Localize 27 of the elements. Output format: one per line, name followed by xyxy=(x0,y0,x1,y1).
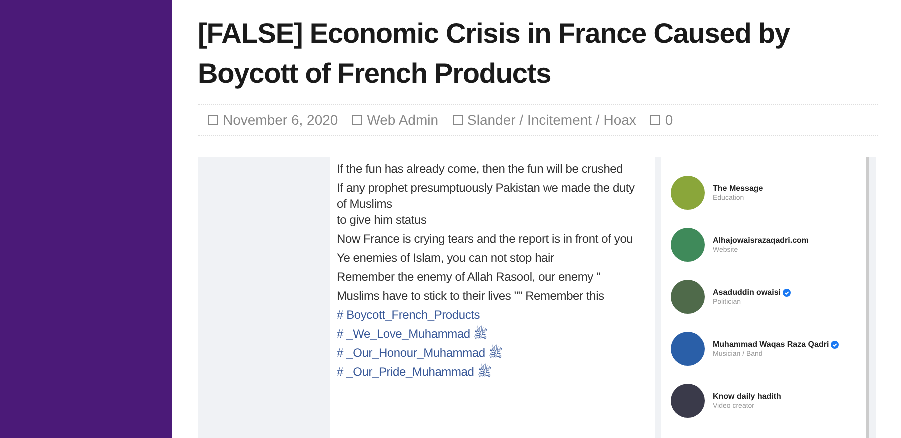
page-name[interactable]: Know daily hadith xyxy=(713,392,782,401)
meta-link[interactable]: Slander / Incitement / Hoax xyxy=(468,112,636,128)
page-name[interactable]: Muhammad Waqas Raza Qadri xyxy=(713,340,830,349)
meta-link[interactable]: Web Admin xyxy=(367,112,439,128)
post-text: If any prophet presumptuously Pakistan we made the duty of Muslims to give him status xyxy=(337,180,636,228)
post-text: Ye enemies of Islam, you can not stop hair xyxy=(337,250,556,266)
meta-link[interactable]: November 6, 2020 xyxy=(223,112,338,128)
page-name[interactable]: Asaduddin owaisi xyxy=(713,288,782,297)
post-text: Muslims have to stick to their lives "" Remember this xyxy=(337,288,606,304)
page-name[interactable]: Alhajowaisrazaqadri.com xyxy=(713,236,810,245)
post-text: Now France is crying tears and the report is in front of you xyxy=(337,231,634,247)
avatar[interactable] xyxy=(671,384,705,418)
hashtag-link[interactable]: # _We_Love_Muhammad ﷺ xyxy=(337,326,641,342)
page-name[interactable]: The Message xyxy=(713,184,764,193)
square-icon xyxy=(352,115,362,125)
square-icon xyxy=(208,115,218,125)
meta-link[interactable]: 0 xyxy=(665,112,674,128)
hashtag-link[interactable]: # Boycott_French_Products xyxy=(337,307,641,323)
square-icon xyxy=(452,115,463,125)
square-icon xyxy=(650,115,660,125)
hashtag-link[interactable]: # _Our_Honour_Muhammad ﷺ xyxy=(337,345,641,361)
avatar[interactable] xyxy=(671,280,705,314)
post-text: Remember the enemy of Allah Rasool, our enemy " xyxy=(337,269,602,285)
hashtag-link[interactable]: # _Our_Pride_Muhammad ﷺ xyxy=(337,364,641,380)
article-title: [FALSE] Economic Crisis in France Caused by Boycott of French Products xyxy=(198,17,792,91)
post-text: If the fun has already come, then the fun will be crushed xyxy=(337,161,624,177)
avatar[interactable] xyxy=(671,332,705,366)
